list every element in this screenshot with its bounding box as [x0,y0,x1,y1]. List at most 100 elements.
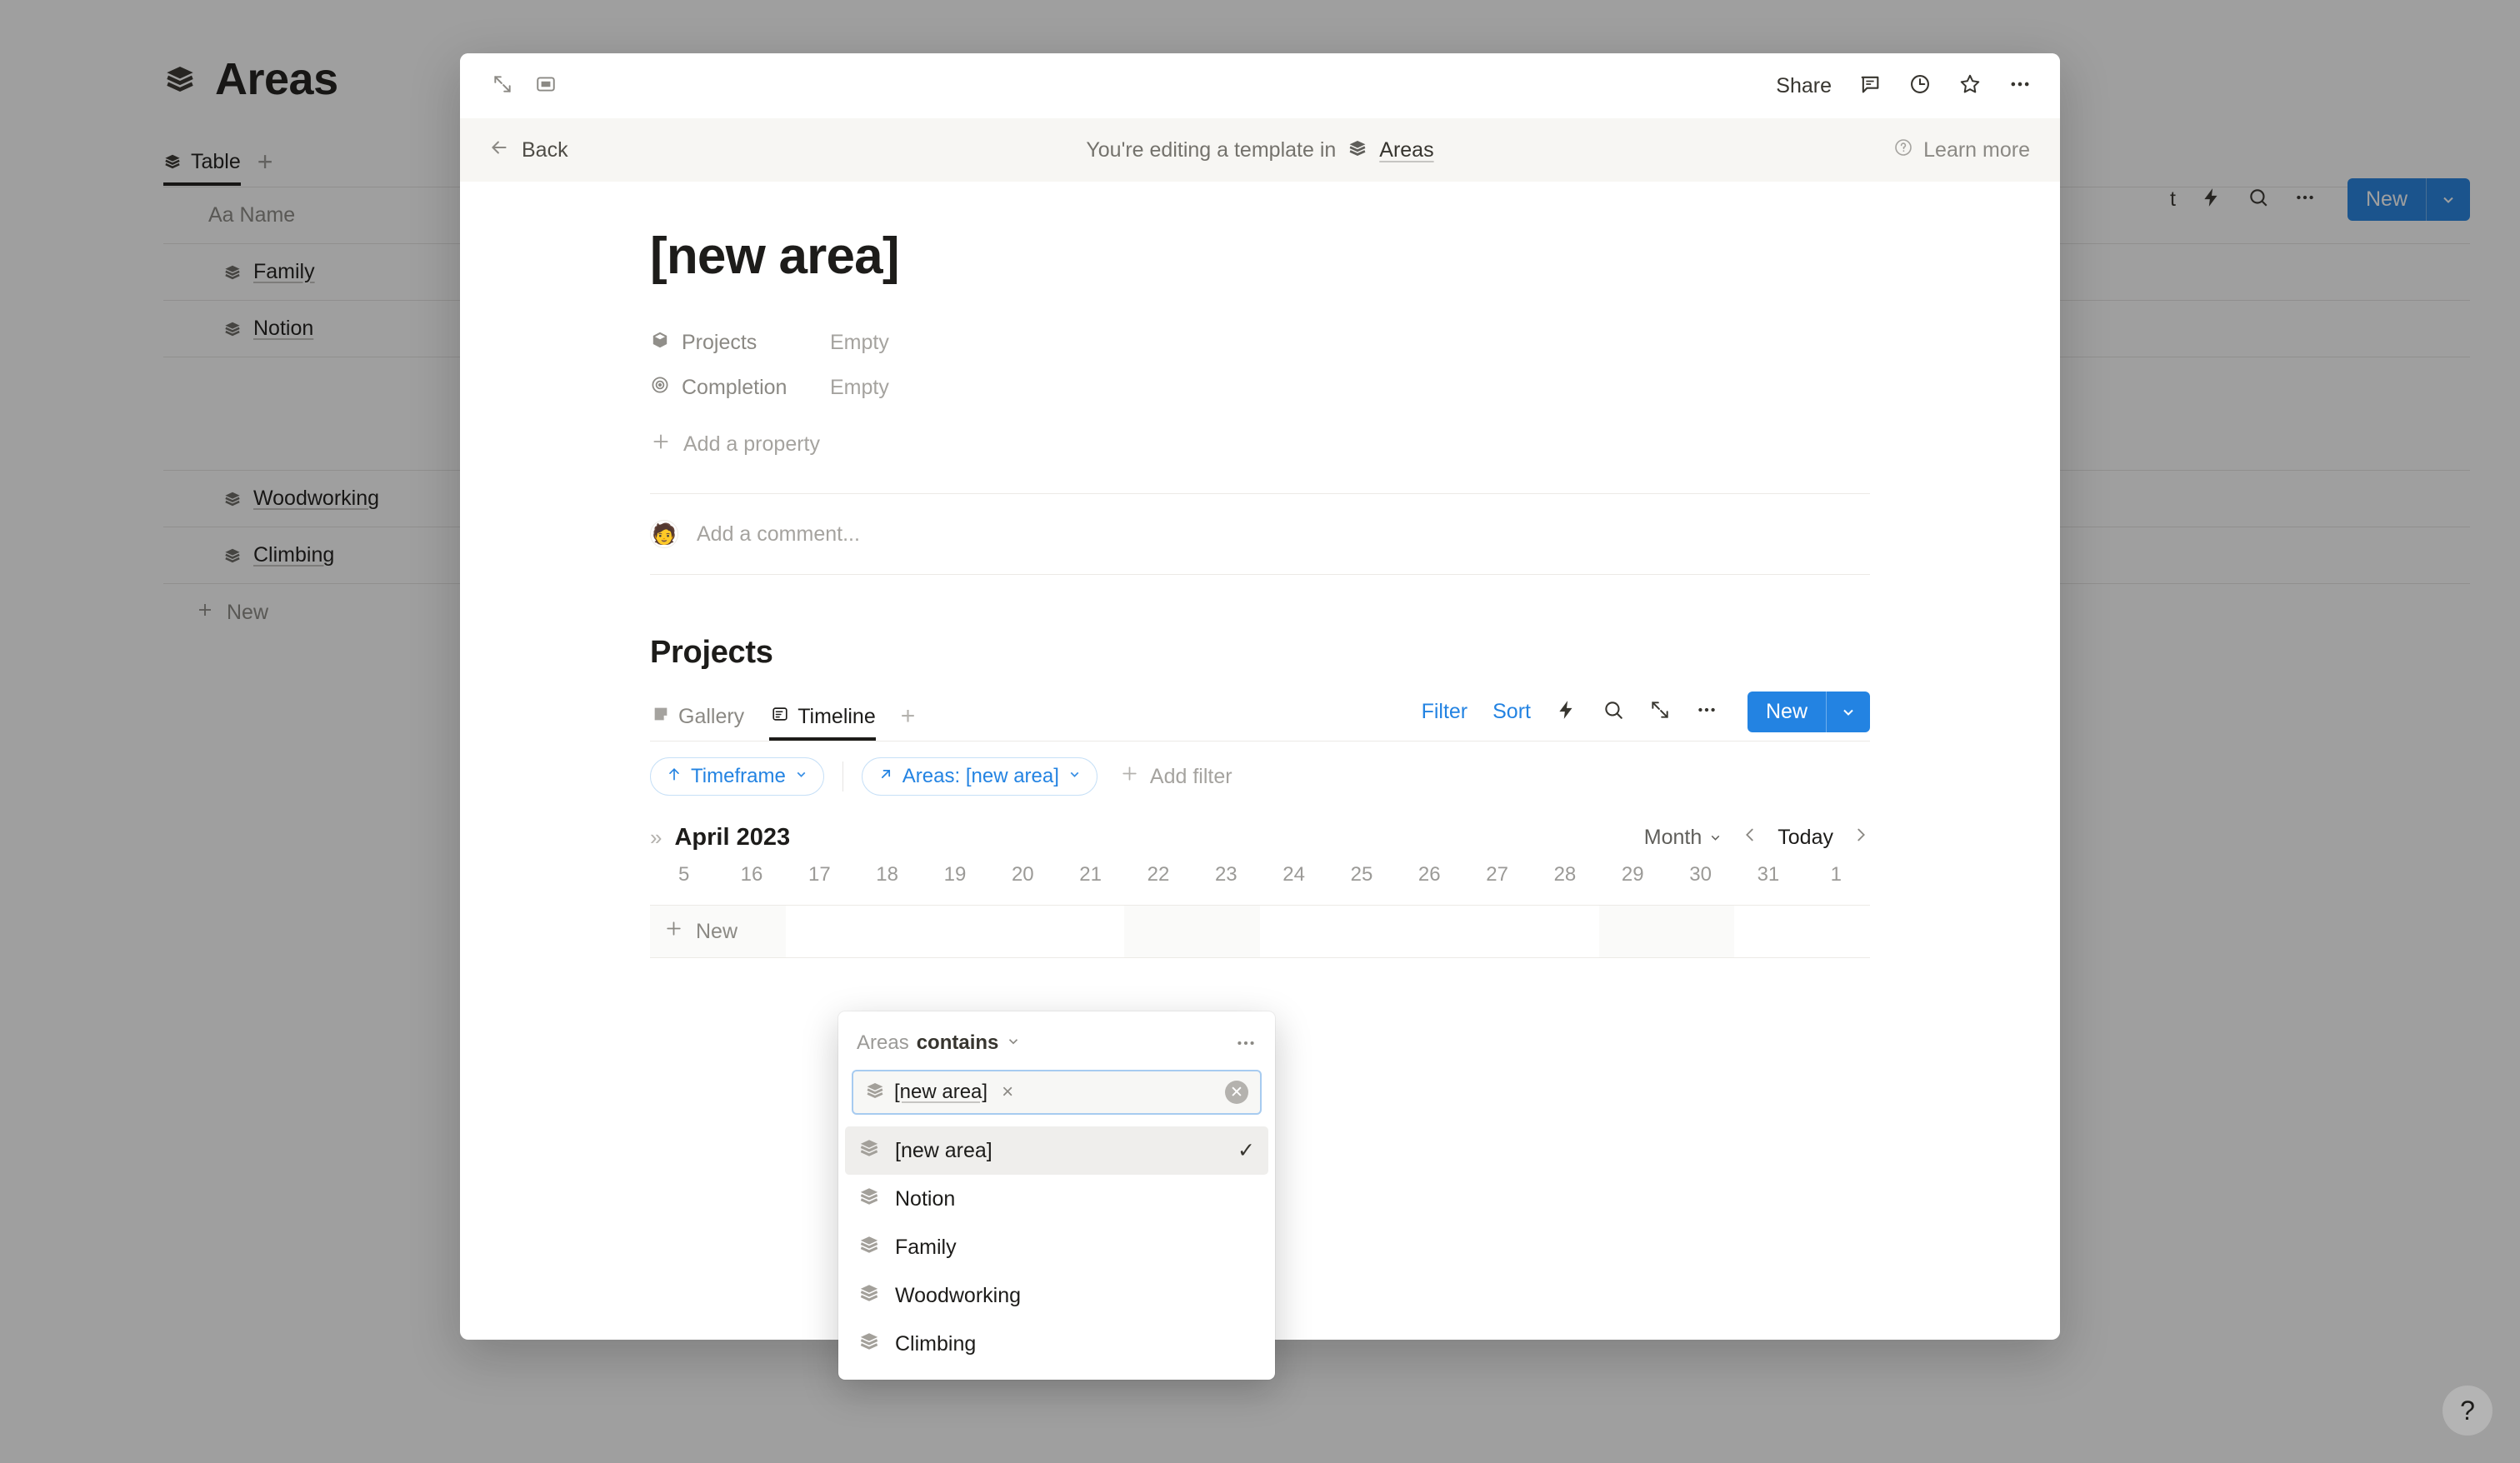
timeline-cell[interactable] [1462,906,1532,958]
filter-option-item[interactable]: Climbing [845,1320,1268,1368]
database-title[interactable]: Projects [650,635,1870,671]
property-value[interactable]: Empty [830,331,889,355]
database-new-button[interactable]: New [1747,692,1870,733]
more-horizontal-icon[interactable] [1235,1032,1257,1054]
timeline-date: 23 [1214,863,1238,886]
filter-option-item[interactable]: Woodworking [845,1271,1268,1320]
back-button[interactable]: Back [488,137,568,164]
side-peek-icon[interactable] [535,73,557,99]
help-button[interactable]: ? [2442,1385,2493,1436]
clock-history-icon[interactable] [1908,72,1932,100]
user-avatar: 🧑 [650,520,678,549]
chevron-down-icon [794,767,808,786]
add-property-button[interactable]: Add a property [650,422,1870,467]
more-horizontal-icon[interactable] [2008,72,2032,100]
timeline-zoom-select[interactable]: Month [1644,826,1722,850]
timeline-date: 31 [1757,863,1780,886]
learn-more-link[interactable]: Learn more [1893,137,2030,163]
add-view-button[interactable]: + [901,704,916,741]
timeline-today-button[interactable]: Today [1778,826,1833,850]
expand-diagonal-icon[interactable] [1649,699,1671,725]
clear-circle-icon[interactable]: ✕ [1225,1081,1248,1104]
timeline-date: 19 [943,863,967,886]
add-filter-button[interactable]: Add filter [1119,763,1232,790]
timeline-cell[interactable] [852,906,922,958]
timeline-cell[interactable] [1531,906,1599,958]
timeline-cell[interactable] [1666,906,1735,958]
close-icon[interactable]: × [1002,1081,1013,1104]
filter-option-label: Family [895,1235,957,1259]
timeline-date: 22 [1147,863,1170,886]
plus-icon [1119,763,1140,790]
timeline-date: 21 [1079,863,1102,886]
timeline-header: » April 2023 Month Today [650,811,1870,863]
timeline-date: 26 [1418,863,1441,886]
timeline-date: 20 [1011,863,1034,886]
filter-value-input[interactable]: [new area] × ✕ [852,1070,1262,1115]
view-tab-label: Gallery [678,705,745,729]
chevron-down-icon [1711,835,1720,841]
timeline-cell[interactable] [988,906,1057,958]
template-banner: Back You're editing a template in Areas … [460,118,2060,182]
record-title[interactable]: [new area] [650,227,1870,285]
timeline-new-row-button[interactable]: New [650,906,738,957]
filter-option-list: [new area] ✓ Notion Family Woodworking C… [838,1125,1275,1368]
filter-chip-areas[interactable]: Areas: [new area] [861,757,1098,796]
chevron-right-icon[interactable] [1852,826,1870,850]
filter-condition-label[interactable]: contains [917,1031,999,1055]
timeline-cell[interactable] [785,906,853,958]
banner-database-link[interactable]: Areas [1379,138,1433,162]
filter-option-label: Climbing [895,1331,977,1356]
filter-option-item[interactable]: Family [845,1223,1268,1271]
filter-option-item[interactable]: [new area] ✓ [845,1126,1268,1175]
timeline-cell[interactable] [921,906,989,958]
timeline-date: 18 [876,863,898,886]
chevron-double-right-icon[interactable]: » [650,825,662,851]
timeline-cell[interactable] [1124,906,1192,958]
timeline-cell[interactable] [1598,906,1667,958]
timeline-date-ruler: 5 16 17 18 19 20 21 22 23 24 25 26 27 28 [650,863,1870,905]
chevron-down-icon[interactable] [1827,692,1870,732]
property-row-projects[interactable]: Projects Empty [650,320,1870,365]
stack-icon [858,1282,880,1310]
timeline-cell[interactable] [1802,906,1870,958]
property-value[interactable]: Empty [830,376,889,400]
expand-diagonal-icon[interactable] [492,73,513,99]
chevron-down-icon [1068,767,1082,786]
lightning-icon[interactable] [1556,699,1578,725]
property-row-completion[interactable]: Completion Empty [650,365,1870,410]
timeline-date: 16 [740,863,763,886]
timeline-cell[interactable] [1056,906,1125,958]
filter-chip-timeframe[interactable]: Timeframe [650,757,824,796]
view-tab-timeline[interactable]: Timeline [769,705,886,741]
timeline-cell[interactable] [1328,906,1396,958]
timeline-cell[interactable] [1734,906,1802,958]
chevron-left-icon[interactable] [1741,826,1759,850]
timeline-date: 30 [1689,863,1712,886]
share-button[interactable]: Share [1776,74,1832,98]
timeline-nav: Month Today [1644,826,1870,850]
add-comment-row[interactable]: 🧑 Add a comment... [650,494,1870,574]
more-horizontal-icon[interactable] [1696,699,1718,725]
timeline-cell[interactable] [1192,906,1260,958]
stack-icon [858,1186,880,1213]
comment-icon[interactable] [1858,72,1882,100]
view-tab-gallery[interactable]: Gallery [650,705,754,741]
filter-option-label: Notion [895,1186,956,1211]
timeline-cell[interactable] [1259,906,1328,958]
relation-icon [650,330,670,356]
filter-option-item[interactable]: Notion [845,1175,1268,1223]
rollup-target-icon [650,375,670,401]
filter-button[interactable]: Filter [1422,700,1468,724]
timeline-cell[interactable] [1395,906,1463,958]
stack-icon [1348,138,1368,162]
database-view-bar: Gallery Timeline + Filter Sort New [650,692,1870,741]
chevron-down-icon[interactable] [1006,1034,1021,1053]
filter-option-label: [new area] [895,1138,992,1162]
filter-popup-header: Areas contains [838,1021,1275,1065]
question-mark-icon: ? [2460,1395,2475,1426]
timeline-date: 5 [678,863,690,886]
sort-button[interactable]: Sort [1492,700,1531,724]
star-icon[interactable] [1958,72,1982,100]
search-icon[interactable] [1602,699,1624,725]
